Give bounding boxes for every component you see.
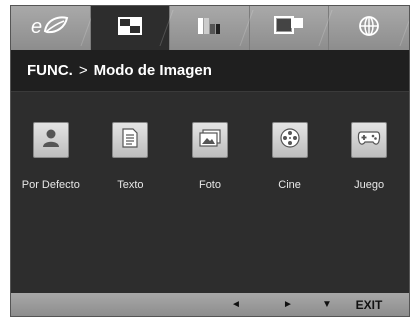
person-icon bbox=[41, 128, 61, 153]
breadcrumb-separator: > bbox=[78, 62, 88, 79]
mode-label: Juego bbox=[354, 179, 385, 191]
osd-menu: e FUNC. > Modo de Imagen Por Defecto Tex… bbox=[10, 5, 410, 317]
tab-pip[interactable] bbox=[250, 6, 330, 50]
exit-button[interactable]: EXIT bbox=[349, 293, 389, 316]
document-icon bbox=[122, 127, 138, 153]
page-title: Modo de Imagen bbox=[93, 62, 212, 79]
control-bar: ◄ ► ▼ EXIT bbox=[11, 293, 409, 316]
mode-button-game[interactable] bbox=[351, 122, 388, 158]
tab-picture[interactable] bbox=[90, 6, 171, 50]
down-arrow-button[interactable]: ▼ bbox=[316, 293, 338, 316]
mode-option-cinema[interactable]: Cine bbox=[250, 122, 330, 212]
breadcrumb: FUNC. > Modo de Imagen bbox=[27, 62, 212, 79]
mode-label: Foto bbox=[198, 179, 221, 191]
mode-label: Por Defecto bbox=[21, 179, 80, 191]
mode-label: Cine bbox=[278, 179, 301, 191]
mode-button-photo[interactable] bbox=[191, 122, 228, 158]
menu-header: FUNC. > Modo de Imagen bbox=[11, 50, 409, 92]
mode-label: Texto bbox=[117, 179, 144, 191]
left-arrow-button[interactable]: ◄ bbox=[225, 293, 247, 316]
mode-button-cinema[interactable] bbox=[271, 122, 308, 158]
gamepad-icon bbox=[357, 129, 381, 152]
mode-option-photo[interactable]: Foto bbox=[170, 122, 250, 212]
film-reel-icon bbox=[279, 127, 300, 153]
tab-bar: e bbox=[11, 6, 409, 50]
mode-button-default[interactable] bbox=[32, 122, 69, 158]
tab-color[interactable] bbox=[170, 6, 250, 50]
color-icon bbox=[197, 17, 221, 40]
eco-leaf-icon: e bbox=[29, 13, 71, 44]
svg-text:e: e bbox=[31, 16, 42, 38]
mode-option-text[interactable]: Texto bbox=[91, 122, 171, 212]
picture-in-picture-icon bbox=[274, 15, 304, 41]
globe-icon bbox=[358, 15, 380, 42]
picture-icon bbox=[117, 16, 143, 41]
tab-language[interactable] bbox=[329, 6, 409, 50]
mode-option-game[interactable]: Juego bbox=[329, 122, 409, 212]
breadcrumb-section: FUNC. bbox=[27, 62, 73, 79]
photo-icon bbox=[199, 128, 221, 152]
mode-button-text[interactable] bbox=[112, 122, 149, 158]
right-arrow-button[interactable]: ► bbox=[277, 293, 299, 316]
tab-eco[interactable]: e bbox=[11, 6, 91, 50]
picture-mode-list: Por Defecto Texto Foto Cine Juego bbox=[11, 122, 409, 212]
mode-option-default[interactable]: Por Defecto bbox=[11, 122, 91, 212]
